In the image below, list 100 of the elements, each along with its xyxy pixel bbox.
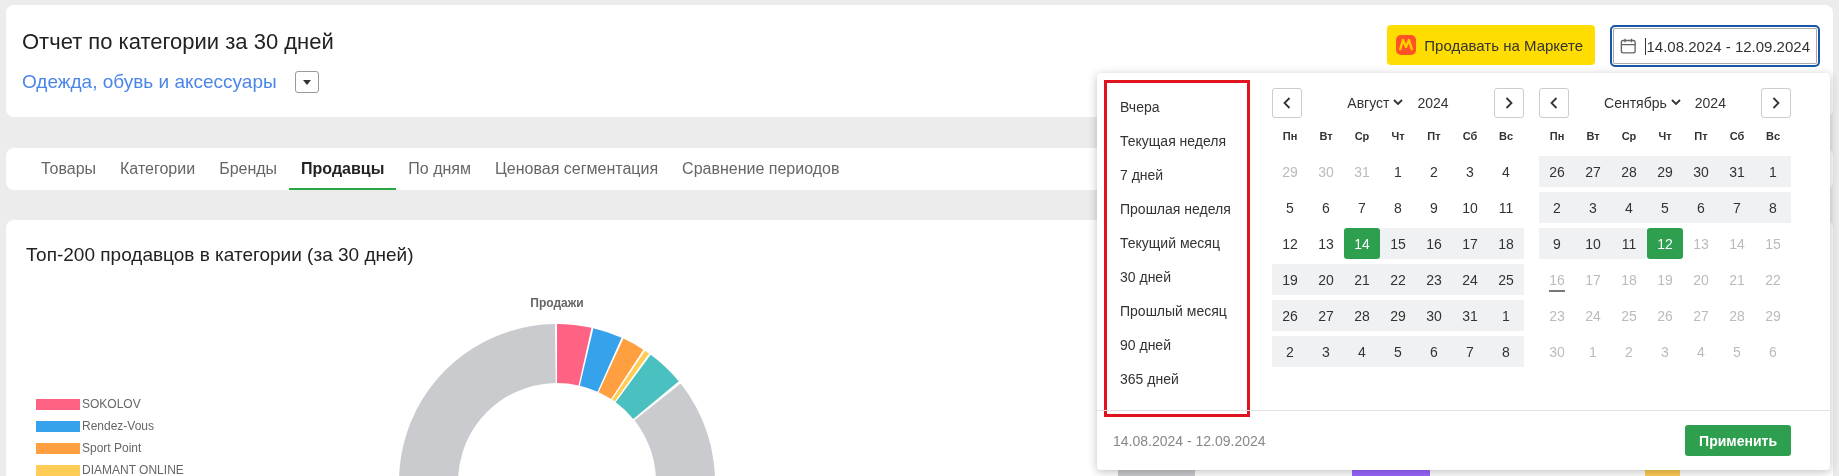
legend-label: Rendez-Vous [82, 420, 155, 433]
calendar-day[interactable]: 4 [1344, 336, 1380, 367]
calendar-day[interactable]: 7 [1719, 192, 1755, 223]
weekday-label: Вт [1318, 130, 1334, 142]
tab[interactable]: Продавцы [289, 148, 397, 190]
calendar-day[interactable]: 27 [1308, 300, 1344, 331]
calendar-day[interactable]: 1 [1380, 156, 1416, 187]
tab[interactable]: Сравнение периодов [670, 148, 852, 190]
calendar-day[interactable]: 30 [1416, 300, 1452, 331]
calendar-day[interactable]: 12 [1272, 228, 1308, 259]
tab[interactable]: Товары [29, 148, 109, 190]
preset-option[interactable]: Прошлый месяц [1107, 296, 1247, 325]
legend-label: SOKOLOV [82, 398, 141, 411]
chevron-left-icon [1283, 96, 1291, 109]
calendar-day[interactable]: 6 [1308, 192, 1344, 223]
calendar-day[interactable]: 20 [1308, 264, 1344, 295]
calendar-day[interactable]: 3 [1308, 336, 1344, 367]
calendar-day[interactable]: 6 [1416, 336, 1452, 367]
calendar-day[interactable]: 7 [1344, 192, 1380, 223]
calendar-day[interactable]: 2 [1539, 192, 1575, 223]
calendar-day[interactable]: 2 [1416, 156, 1452, 187]
preset-option[interactable]: Текущая неделя [1107, 126, 1247, 155]
calendar-day[interactable]: 28 [1344, 300, 1380, 331]
calendar-day[interactable]: 16 [1416, 228, 1452, 259]
calendar-day[interactable]: 31 [1719, 156, 1755, 187]
calendar-day[interactable]: 7 [1452, 336, 1488, 367]
legend-label: DIAMANT ONLINE [82, 464, 184, 476]
month-select[interactable]: Август [1347, 94, 1404, 111]
legend-label: Sport Point [82, 442, 142, 455]
next-month-button[interactable] [1494, 87, 1524, 118]
category-link[interactable]: Одежда, обувь и аксессуары [22, 71, 277, 93]
chevron-left-icon [1550, 96, 1558, 109]
calendar-day[interactable]: 31 [1452, 300, 1488, 331]
calendar-day[interactable]: 8 [1755, 192, 1791, 223]
calendar-day[interactable]: 8 [1380, 192, 1416, 223]
preset-option[interactable]: Вчера [1107, 92, 1247, 121]
calendar-day[interactable]: 26 [1539, 156, 1575, 187]
calendar-day[interactable]: 8 [1488, 336, 1524, 367]
category-dropdown-button[interactable] [294, 71, 319, 93]
year-label[interactable]: 2024 [1694, 94, 1726, 111]
chevron-right-icon [1772, 96, 1780, 109]
calendar-day[interactable]: 18 [1488, 228, 1524, 259]
preset-option[interactable]: 365 дней [1107, 364, 1247, 393]
calendar-day[interactable]: 5 [1272, 192, 1308, 223]
weekday-label: Сб [1728, 130, 1746, 142]
calendar-day[interactable]: 27 [1575, 156, 1611, 187]
calendar-day[interactable]: 25 [1488, 264, 1524, 295]
tab[interactable]: По дням [396, 148, 483, 190]
calendar-day[interactable]: 22 [1380, 264, 1416, 295]
calendar-day[interactable]: 4 [1488, 156, 1524, 187]
weekday-label: Пт [1426, 130, 1442, 142]
calendar-day[interactable]: 29 [1380, 300, 1416, 331]
calendar-day[interactable]: 1 [1488, 300, 1524, 331]
preset-option[interactable]: 30 дней [1107, 262, 1247, 291]
calendar-day[interactable]: 30 [1683, 156, 1719, 187]
preset-option[interactable]: 7 дней [1107, 160, 1247, 189]
date-range-field[interactable]: 14.08.2024 - 12.09.2024 [1610, 25, 1820, 67]
calendar-day[interactable]: 6 [1683, 192, 1719, 223]
calendar-day[interactable]: 2 [1272, 336, 1308, 367]
chevron-right-icon [1505, 96, 1513, 109]
calendar-day[interactable]: 21 [1344, 264, 1380, 295]
calendar-day[interactable]: 13 [1308, 228, 1344, 259]
calendar-day[interactable]: 3 [1575, 192, 1611, 223]
year-label[interactable]: 2024 [1417, 94, 1449, 111]
calendar-day[interactable]: 3 [1452, 156, 1488, 187]
calendar-day[interactable]: 5 [1647, 192, 1683, 223]
preset-option[interactable]: Текущий месяц [1107, 228, 1247, 257]
calendar-day[interactable]: 11 [1611, 228, 1647, 259]
selected-range-text: 14.08.2024 - 12.09.2024 [1113, 432, 1266, 449]
calendar-day[interactable]: 11 [1488, 192, 1524, 223]
tab[interactable]: Категории [108, 148, 208, 190]
weekday-label: Ср [1620, 130, 1638, 142]
calendar-day[interactable]: 9 [1539, 228, 1575, 259]
calendar-day[interactable]: 28 [1611, 156, 1647, 187]
preset-option[interactable]: 90 дней [1107, 330, 1247, 359]
calendar-day[interactable]: 10 [1575, 228, 1611, 259]
month-select[interactable]: Сентябрь [1604, 94, 1681, 111]
calendar-day[interactable]: 1 [1755, 156, 1791, 187]
tab[interactable]: Бренды [207, 148, 290, 190]
calendar-day[interactable]: 23 [1416, 264, 1452, 295]
calendar-day[interactable]: 4 [1611, 192, 1647, 223]
calendar-day[interactable]: 17 [1452, 228, 1488, 259]
weekday-label: Ср [1353, 130, 1371, 142]
weekday-label: Сб [1461, 130, 1479, 142]
logo-icon [1396, 35, 1417, 55]
next-month-button[interactable] [1761, 87, 1791, 118]
calendar-day[interactable]: 26 [1272, 300, 1308, 331]
calendar-day[interactable]: 24 [1452, 264, 1488, 295]
calendar-day[interactable]: 29 [1647, 156, 1683, 187]
preset-option[interactable]: Прошлая неделя [1107, 194, 1247, 223]
sell-on-market-button[interactable]: Продавать на Маркете [1387, 25, 1595, 65]
weekday-label: Вс [1764, 130, 1782, 142]
previous-month-button[interactable] [1272, 87, 1302, 118]
calendar-day[interactable]: 10 [1452, 192, 1488, 223]
calendar-day[interactable]: 15 [1380, 228, 1416, 259]
calendar-day[interactable]: 9 [1416, 192, 1452, 223]
tab[interactable]: Ценовая сегментация [483, 148, 671, 190]
calendar-day[interactable]: 19 [1272, 264, 1308, 295]
previous-month-button[interactable] [1539, 87, 1569, 118]
calendar-day[interactable]: 5 [1380, 336, 1416, 367]
